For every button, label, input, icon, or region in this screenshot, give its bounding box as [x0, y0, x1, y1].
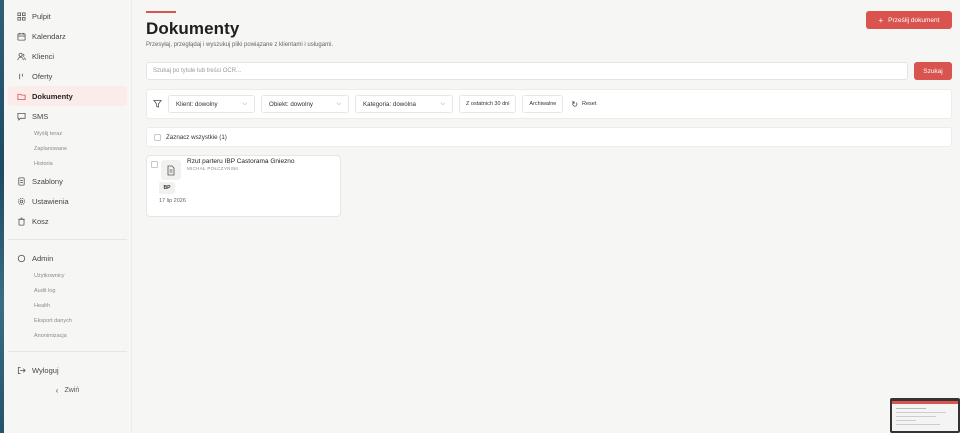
sidebar: Pulpit Kalendarz Klienci Oferty Dokument… [4, 0, 132, 433]
sidebar-item-label: Szablony [32, 176, 63, 186]
sidebar-item-wyloguj[interactable]: Wyloguj [8, 360, 127, 380]
sidebar-item-oferty[interactable]: Oferty [8, 66, 127, 86]
category-filter-label: Kategoria: dowolna [363, 100, 416, 108]
shield-icon [16, 253, 26, 263]
sidebar-item-dokumenty[interactable]: Dokumenty [8, 86, 127, 106]
sidebar-item-label: Kalendarz [32, 31, 66, 41]
sidebar-item-label: Pulpit [32, 11, 51, 21]
sidebar-divider [8, 351, 127, 352]
search-button[interactable]: Szukaj [914, 62, 952, 80]
category-filter-dropdown[interactable]: Kategoria: dowolna ⌵ [355, 95, 453, 113]
document-checkbox[interactable] [151, 161, 158, 168]
search-row: Szukaj po tytule lub treści OCR... Szuka… [146, 62, 952, 80]
sidebar-item-pulpit[interactable]: Pulpit [8, 6, 127, 26]
chevron-left-icon: ‹ [55, 385, 59, 395]
title-accent-line [146, 11, 176, 13]
sidebar-subitem-eksport-danych[interactable]: Eksport danych [4, 313, 131, 328]
collapse-label: Zwiń [64, 386, 80, 394]
sidebar-item-label: Admin [32, 253, 54, 263]
sidebar-subitem-uzytkownicy[interactable]: Użytkownicy [4, 268, 131, 283]
sidebar-item-label: Klienci [32, 51, 55, 61]
folder-icon [16, 91, 26, 101]
object-filter-label: Obiekt: dowolny [269, 100, 314, 108]
search-input[interactable]: Szukaj po tytule lub treści OCR... [146, 62, 908, 80]
document-file-icon [161, 160, 181, 180]
sidebar-item-ustawienia[interactable]: Ustawienia [8, 191, 127, 211]
calendar-icon [16, 31, 26, 41]
sidebar-collapse-button[interactable]: ‹ Zwiń [4, 382, 131, 398]
client-filter-label: Klient: dowolny [176, 100, 218, 108]
upload-document-button[interactable]: + Prześlij dokument [866, 11, 952, 29]
sidebar-item-kalendarz[interactable]: Kalendarz [8, 26, 127, 46]
sidebar-item-klienci[interactable]: Klienci [8, 46, 127, 66]
sidebar-item-label: Kosz [32, 216, 49, 226]
page-subtitle: Przesyłaj, przeglądaj i wyszukuj pliki p… [146, 42, 334, 48]
sidebar-item-label: SMS [32, 111, 49, 121]
object-filter-dropdown[interactable]: Obiekt: dowolny ⌵ [261, 95, 349, 113]
sidebar-divider [8, 239, 127, 240]
users-icon [16, 51, 26, 61]
dashboard-icon [16, 11, 26, 21]
archived-filter[interactable]: Archiwalne [522, 95, 564, 113]
document-date: 17 lip 2026 [159, 198, 186, 204]
sidebar-item-admin[interactable]: Admin [8, 248, 127, 268]
chevron-down-icon: ⌵ [242, 100, 247, 107]
filter-icon [153, 99, 163, 109]
page-title: Dokumenty [146, 19, 240, 38]
plus-icon: + [878, 15, 884, 25]
sidebar-item-label: Wyloguj [32, 365, 59, 375]
document-client: MICHAŁ POŁCZYŃSKI [187, 166, 239, 171]
sidebar-subitem-historia[interactable]: Historia [4, 156, 131, 171]
sidebar-item-label: Ustawienia [32, 196, 69, 206]
gear-icon [16, 196, 26, 206]
last-30-days-filter[interactable]: Z ostatnich 30 dni [459, 95, 517, 113]
sidebar-subitem-audit-log[interactable]: Audit log [4, 283, 131, 298]
sidebar-item-label: Dokumenty [32, 91, 73, 101]
sidebar-item-kosz[interactable]: Kosz [8, 211, 127, 231]
filter-bar: Klient: dowolny ⌵ Obiekt: dowolny ⌵ Kate… [146, 89, 952, 119]
template-icon [16, 176, 26, 186]
sidebar-subitem-health[interactable]: Health [4, 298, 131, 313]
chevron-down-icon: ⌵ [440, 100, 445, 107]
select-all-row: Zaznacz wszystkie (1) [146, 127, 952, 147]
sidebar-subitem-zaplanowane[interactable]: Zaplanowane [4, 141, 131, 156]
reset-label: Reset [582, 101, 597, 107]
select-all-checkbox[interactable] [154, 133, 161, 141]
screen-preview-thumbnail [890, 398, 960, 433]
select-all-label: Zaznacz wszystkie (1) [166, 133, 227, 141]
offers-icon [16, 71, 26, 81]
chevron-down-icon: ⌵ [336, 100, 341, 107]
document-card[interactable]: Rzut parteru IBP Castorama Gniezno MICHA… [146, 155, 341, 217]
sidebar-subitem-anonimizacja[interactable]: Anonimizacja [4, 328, 131, 343]
reset-icon: ↻ [571, 99, 579, 109]
message-icon [16, 111, 26, 121]
sidebar-item-label: Oferty [32, 71, 53, 81]
sidebar-item-szablony[interactable]: Szablony [8, 171, 127, 191]
logout-icon [16, 365, 26, 375]
reset-filters-button[interactable]: ↻ Reset [571, 100, 596, 109]
upload-button-label: Prześlij dokument [888, 16, 940, 24]
client-filter-dropdown[interactable]: Klient: dowolny ⌵ [168, 95, 255, 113]
trash-icon [16, 216, 26, 226]
document-tag-badge: BP [159, 182, 175, 194]
document-title[interactable]: Rzut parteru IBP Castorama Gniezno [187, 158, 295, 165]
sidebar-subitem-wyslij-teraz[interactable]: Wyślij teraz [4, 126, 131, 141]
sidebar-item-sms[interactable]: SMS [8, 106, 127, 126]
